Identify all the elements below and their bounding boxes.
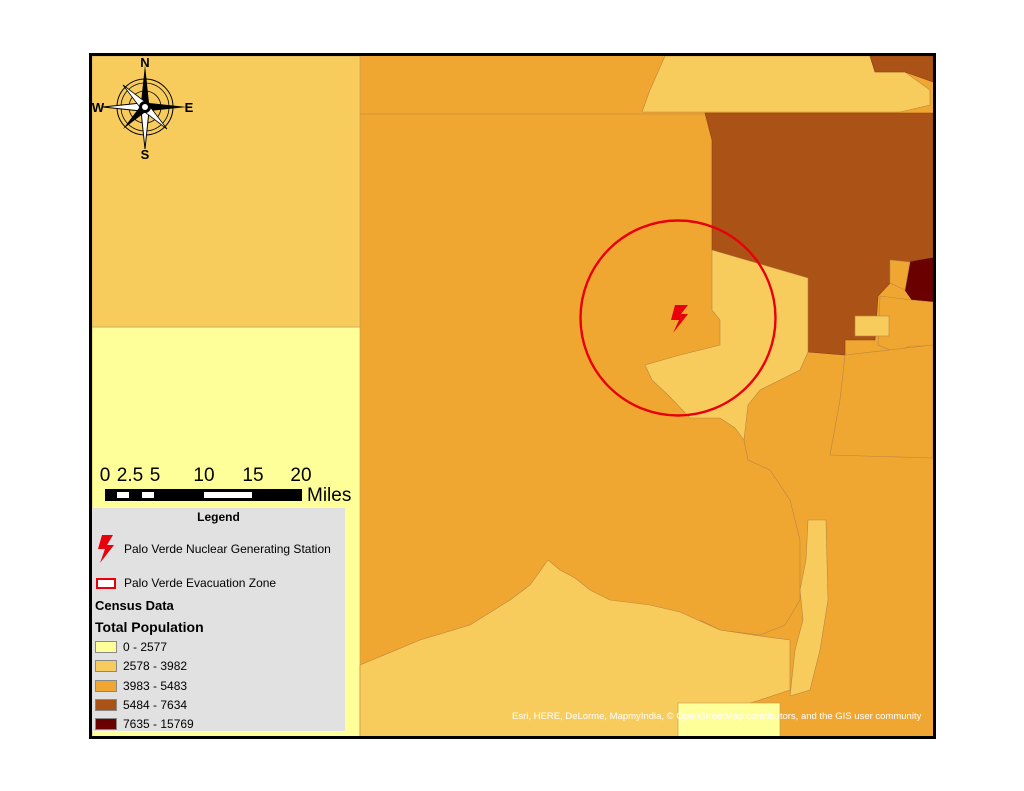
legend-swatch — [95, 680, 117, 692]
evacuation-zone-swatch-icon — [96, 577, 116, 589]
scale-tick-label: 0 — [100, 465, 111, 486]
legend-swatch — [95, 718, 117, 730]
legend-class-label: 7635 - 15769 — [123, 717, 194, 731]
scale-tick-label: 10 — [193, 465, 214, 486]
compass-south-label: S — [141, 147, 150, 162]
legend-swatch — [95, 660, 117, 672]
legend-class-label: 2578 - 3982 — [123, 659, 188, 673]
legend-swatch — [95, 699, 117, 711]
compass-north-label: N — [140, 55, 149, 70]
legend-item-station: Palo Verde Nuclear Generating Station — [96, 535, 331, 563]
compass-east-label: E — [185, 100, 194, 115]
legend-class-label: 0 - 2577 — [123, 640, 168, 654]
legend-class-row: 2578 - 3982 — [95, 658, 187, 674]
legend-title: Legend — [197, 510, 240, 524]
legend-panel: Legend Palo Verde Nuclear Generating Sta… — [92, 508, 345, 731]
legend-zone-label: Palo Verde Evacuation Zone — [124, 576, 277, 590]
compass-west-label: W — [92, 100, 105, 115]
legend-station-label: Palo Verde Nuclear Generating Station — [124, 542, 331, 556]
legend-class-label: 3983 - 5483 — [123, 679, 188, 693]
scale-tick-label: 2.5 — [117, 465, 143, 486]
legend-class-row: 0 - 2577 — [95, 639, 167, 655]
lightning-bolt-icon — [98, 535, 114, 563]
legend-class-label: 5484 - 7634 — [123, 698, 188, 712]
scale-tick-label: 5 — [150, 465, 161, 486]
legend-class-row: 3983 - 5483 — [95, 678, 187, 694]
legend-class-row: 5484 - 7634 — [95, 697, 187, 713]
map-attribution: Esri, HERE, DeLorme, MapmyIndia, © OpenS… — [512, 711, 922, 722]
legend-population-heading: Total Population — [95, 619, 204, 635]
scale-unit-label: Miles — [307, 485, 351, 506]
legend-class-row: 7635 - 15769 — [95, 716, 194, 732]
scale-tick-label: 15 — [242, 465, 263, 486]
scale-tick-label: 20 — [290, 465, 311, 486]
legend-census-heading: Census Data — [95, 598, 174, 613]
legend-swatch — [95, 641, 117, 653]
legend-item-zone: Palo Verde Evacuation Zone — [96, 576, 276, 590]
